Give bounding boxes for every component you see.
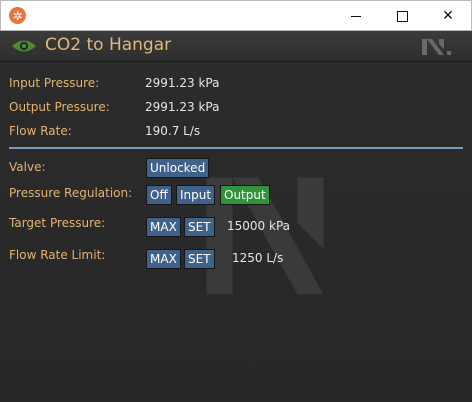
- target-pressure-set-button[interactable]: SET: [184, 217, 215, 237]
- valve-label: Valve:: [9, 160, 46, 174]
- flow-rate-limit-max-button[interactable]: MAX: [146, 249, 181, 269]
- input-pressure-label: Input Pressure:: [9, 76, 100, 90]
- close-button[interactable]: ✕: [425, 1, 471, 31]
- page-title: CO2 to Hangar: [45, 35, 172, 55]
- nanotrasen-logo-icon: [422, 39, 451, 55]
- divider: [9, 147, 463, 149]
- target-pressure-value: 15000 kPa: [227, 219, 290, 233]
- flow-rate-limit-set-button[interactable]: SET: [184, 249, 215, 269]
- output-pressure-label: Output Pressure:: [9, 100, 110, 114]
- valve-toggle-button[interactable]: Unlocked: [146, 158, 210, 178]
- atmos-pump-panel: CO2 to Hangar Input Pressure: 2991.23 kP…: [0, 31, 472, 402]
- maximize-icon: [396, 10, 408, 22]
- flow-rate-value: 190.7 L/s: [145, 124, 201, 138]
- regulation-input-button[interactable]: Input: [176, 185, 216, 205]
- close-icon: ✕: [442, 8, 454, 24]
- maximize-button[interactable]: [379, 1, 425, 31]
- flow-rate-label: Flow Rate:: [9, 124, 72, 138]
- flow-rate-limit-label: Flow Rate Limit:: [9, 248, 106, 262]
- flow-rate-limit-value: 1250 L/s: [232, 251, 284, 265]
- regulation-off-button[interactable]: Off: [146, 185, 172, 205]
- minimize-icon: [351, 15, 361, 17]
- nanotrasen-icon: ✲: [9, 7, 26, 24]
- target-pressure-max-button[interactable]: MAX: [146, 217, 181, 237]
- minimize-button[interactable]: [333, 1, 379, 31]
- regulation-output-button[interactable]: Output: [220, 185, 270, 205]
- target-pressure-label: Target Pressure:: [9, 216, 106, 230]
- window-titlebar: ✲ ✕: [0, 0, 472, 31]
- eye-icon: [12, 40, 36, 52]
- pressure-regulation-label: Pressure Regulation:: [9, 186, 133, 200]
- input-pressure-value: 2991.23 kPa: [145, 76, 220, 90]
- output-pressure-value: 2991.23 kPa: [145, 100, 220, 114]
- panel-header: CO2 to Hangar: [0, 31, 472, 62]
